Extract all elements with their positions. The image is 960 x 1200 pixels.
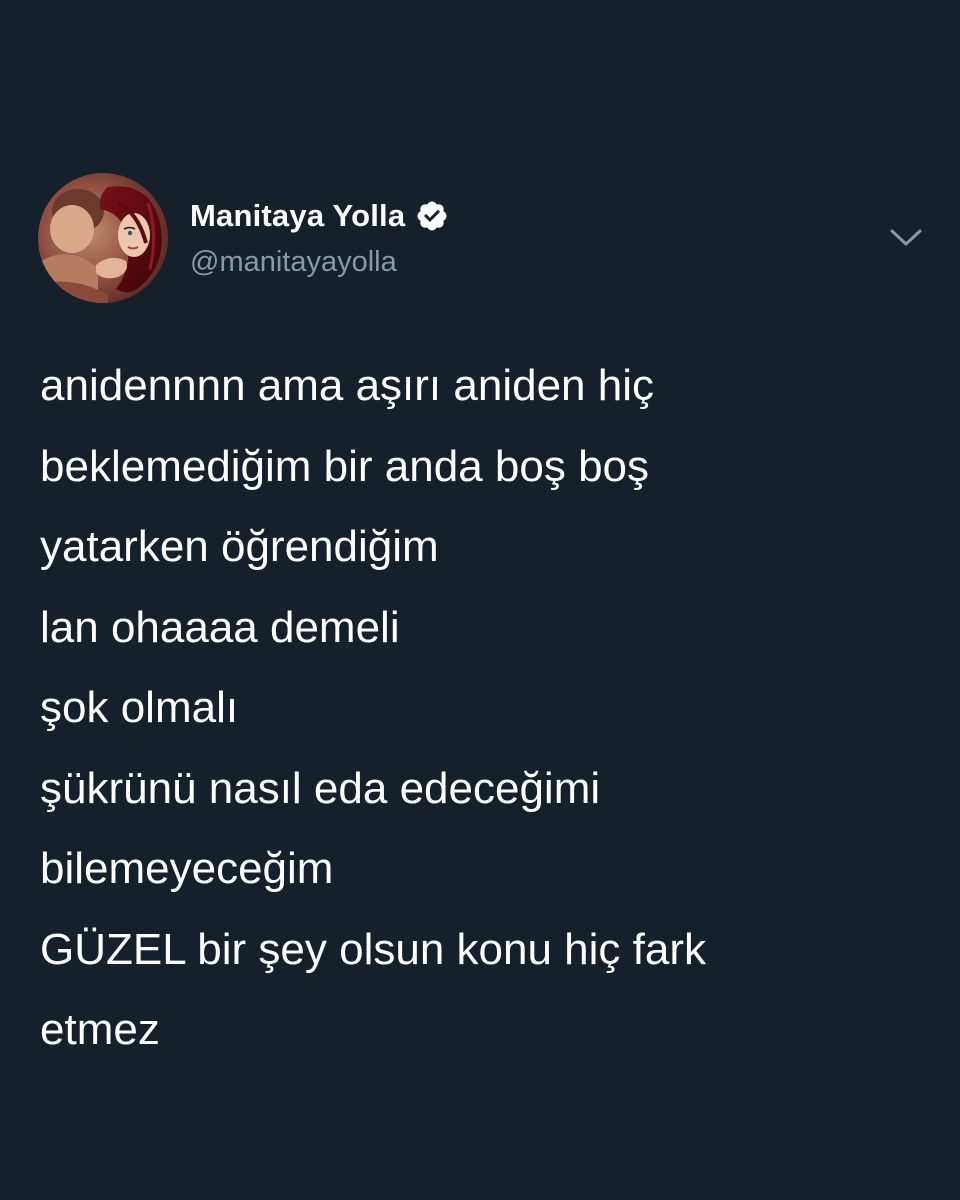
tweet-text-line: GÜZEL bir şey olsun konu hiç fark: [40, 924, 706, 974]
verified-badge-icon: [415, 199, 449, 233]
illustrated-couple-avatar-icon: [38, 173, 168, 303]
tweet-card: Manitaya Yolla @manitayayolla anidennnn …: [0, 0, 960, 1200]
avatar[interactable]: [38, 173, 168, 303]
tweet-text-line: yatarken öğrendiğim: [40, 522, 439, 571]
tweet-text: anidennnn ama aşırı aniden hiç beklemedi…: [40, 346, 930, 1071]
tweet-text-line: bilemeyeceğim: [40, 844, 334, 893]
tweet-text-line: lan ohaaaa demeli: [40, 602, 400, 652]
tweet-text-line: anidennnn ama aşırı aniden hiç: [40, 361, 654, 410]
tweet-text-line: beklemediğim bir anda boş boş: [40, 441, 650, 491]
author-display-name[interactable]: Manitaya Yolla: [190, 198, 405, 234]
chevron-down-icon[interactable]: [888, 223, 924, 253]
tweet-text-line: etmez: [40, 1005, 160, 1054]
author-handle[interactable]: @manitayayolla: [190, 246, 397, 279]
author-name-row: Manitaya Yolla: [190, 196, 449, 236]
tweet-text-line: şok olmalı: [40, 683, 239, 732]
tweet-text-line: şükrünü nasıl eda edeceğimi: [40, 763, 601, 813]
